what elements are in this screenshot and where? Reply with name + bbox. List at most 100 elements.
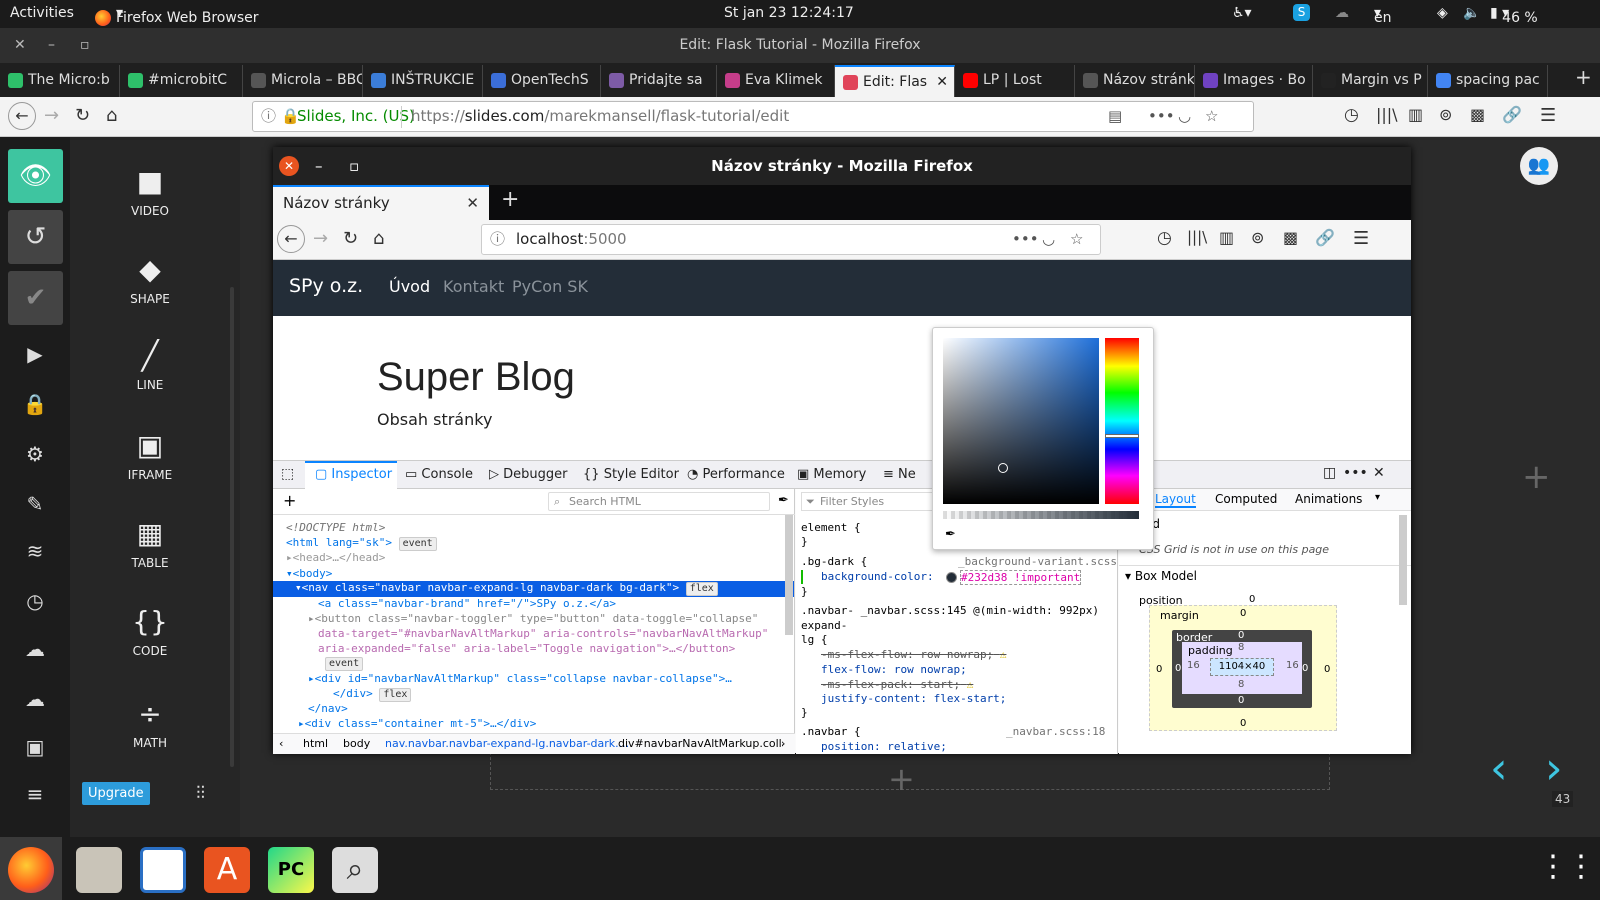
alpha-slider[interactable] [943,511,1139,519]
maximize-icon[interactable]: ▫ [349,147,359,185]
event-badge[interactable]: event [325,656,364,671]
breadcrumb-next-icon[interactable]: › [781,734,785,754]
tool-code[interactable]: {} CODE [70,605,230,658]
rule-flex-flow[interactable]: flex-flow: row nowrap; [821,663,967,676]
tab-8[interactable]: Edit: Flas ✕ [835,65,955,97]
rule-bg-dark-source[interactable]: _background-variant.scss:6 [958,555,1117,568]
tool-math[interactable]: ÷ MATH [70,697,230,750]
skype-icon[interactable]: S [1293,4,1310,21]
activities-button[interactable]: Activities [10,5,74,21]
close-devtools-icon[interactable]: ✕ [1373,465,1385,481]
nav-link-uvod[interactable]: Úvod [389,277,430,296]
tool-shape[interactable]: ◆ SHAPE [70,253,230,306]
inner-url-bar[interactable]: ⓘ localhost:5000 ••• ◡ ☆ [481,224,1101,255]
tab-13[interactable]: spacing pac [1428,65,1548,97]
rule-ms-flex-flow[interactable]: -ms-flex-flow: row nowrap; ⚠ [821,648,1006,661]
padding-box[interactable]: padding 8 16 16 8 1104×40 [1182,642,1302,694]
rule-ms-flex-pack[interactable]: -ms-flex-pack: start; ⚠ [821,678,973,691]
eyedropper-icon[interactable]: ✒ [945,527,956,542]
tab-style-editor[interactable]: {} Style Editor [583,467,679,482]
reload-icon[interactable]: ↻ [343,228,358,249]
close-icon[interactable]: ✕ [14,28,26,63]
tab-2[interactable]: #microbitC [120,65,243,97]
new-tab-icon[interactable]: + [1575,65,1592,89]
color-saturation-area[interactable] [943,338,1099,504]
html-line-html[interactable]: <html lang="sk"> event [286,536,437,551]
rule-position[interactable]: position: relative; [821,740,947,753]
brush-icon[interactable]: ✎ [18,492,52,516]
hue-slider[interactable] [1105,338,1139,504]
rule-navbar-source[interactable]: _navbar.scss:18 [1006,725,1105,738]
html-line-button-cont1[interactable]: data-target="#navbarNavAltMarkup" aria-c… [318,627,768,640]
html-line-div-close[interactable]: </div> flex [333,687,412,702]
back-icon[interactable]: ← [8,102,36,130]
search-html-input[interactable]: ⌕ Search HTML [548,492,770,511]
sync-icon[interactable]: ⊚ [1251,228,1264,247]
tab-10[interactable]: Názov stránky [1075,65,1195,97]
tab-animations[interactable]: Animations [1295,492,1362,506]
settings-gear-icon[interactable]: ⚙ [18,442,52,466]
back-icon[interactable]: ← [277,225,305,253]
content-box[interactable]: 1104×40 [1210,658,1274,676]
add-node-icon[interactable]: + [283,491,296,510]
html-line-body[interactable]: ▾<body> [286,567,332,580]
tool-iframe[interactable]: ▣ IFRAME [70,429,230,482]
home-icon[interactable]: ⌂ [106,105,117,126]
rule-element[interactable]: element { [801,521,861,534]
nav-link-pycon[interactable]: PyCon SK [512,277,588,296]
tab-memory[interactable]: ▣ Memory [797,467,866,482]
pycharm-dock-icon[interactable]: PC [268,847,314,893]
tab-nazov-stranky[interactable]: Názov stránky ✕ [273,185,489,220]
html-line-container[interactable]: ▸<div class="container mt-5">…</div> [298,717,536,730]
sidebar-icon[interactable]: ▥ [1219,228,1234,247]
tab-6[interactable]: Pridajte sa [601,65,717,97]
bookmark-star-icon[interactable]: ☆ [1070,225,1083,254]
margin-box[interactable]: margin 0 0 0 0 border 0 0 0 0 padding 8 … [1149,605,1337,731]
tab-performance[interactable]: ◔ Performance [687,467,785,482]
tab-1[interactable]: The Micro:b [0,65,120,97]
image-icon[interactable]: ▣ [18,735,52,759]
link-icon[interactable]: 🔗 [1502,105,1522,124]
nav-link-kontakt[interactable]: Kontakt [443,277,504,296]
tab-console[interactable]: ▭ Console [405,467,473,482]
pocket-icon[interactable]: ◡ [1042,225,1055,254]
breadcrumb-body[interactable]: body [343,734,370,754]
firefox-dock-icon[interactable] [8,847,54,893]
info-icon[interactable]: ⓘ [261,102,276,131]
close-tab-icon[interactable]: ✕ [466,187,479,219]
lock-icon[interactable]: 🔒 [18,392,52,416]
preview-eye-icon[interactable]: 👁 [8,149,63,203]
rule-bg-value[interactable]: #232d38 !important [960,570,1082,585]
html-line-doctype[interactable]: <!DOCTYPE html> [286,521,385,534]
tool-table[interactable]: ▦ TABLE [70,517,230,570]
color-swatch[interactable] [946,572,957,583]
app-menu[interactable]: Firefox Web Browser ▾ [116,5,259,26]
tab-layout[interactable]: Layout [1155,492,1196,508]
menu-icon[interactable]: ☰ [1540,105,1556,126]
save-check-icon[interactable]: ✔ [8,271,63,325]
files-dock-icon[interactable] [76,847,122,893]
url-bar[interactable]: ⓘ 🔒 Slides, Inc. (US) https://slides.com… [252,101,1254,132]
accessibility-icon[interactable]: ♿▾ [1232,5,1252,21]
maximize-icon[interactable]: ▫ [80,28,90,63]
tab-network[interactable]: ≡ Ne [883,467,916,482]
rule-navbar-selector[interactable]: .navbar { [801,725,861,738]
html-line-head[interactable]: ▸<head>…</head> [286,551,385,564]
hue-handle[interactable] [1105,434,1139,438]
tab-9[interactable]: LP | Lost [955,65,1075,97]
tab-computed[interactable]: Computed [1215,492,1277,506]
tab-3[interactable]: Microla – BBC r [243,65,363,97]
info-icon[interactable]: ⓘ [490,225,505,254]
sliders-icon[interactable]: ⫶⫶ [196,783,205,804]
reload-icon[interactable]: ↻ [75,105,90,126]
breadcrumb-html[interactable]: html [303,734,328,754]
tab-7[interactable]: Eva Klimek [717,65,835,97]
slide-menu-icon[interactable]: ≡ [18,782,52,806]
forward-icon[interactable]: → [313,228,328,249]
menu-icon[interactable]: ☰ [1353,228,1369,249]
bookmark-star-icon[interactable]: ☆ [1205,102,1218,131]
play-icon[interactable]: ▶ [18,342,52,366]
tab-12[interactable]: Margin vs P [1313,65,1428,97]
undo-icon[interactable]: ↺ [8,210,63,264]
box-model-header[interactable]: ▾ Box Model [1125,569,1197,583]
